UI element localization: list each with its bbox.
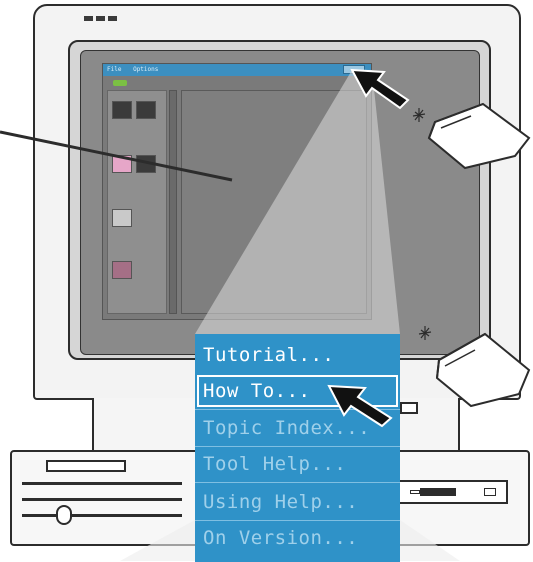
arrow-pointer-icon <box>327 384 393 428</box>
menu-item-on-version[interactable]: On Version... <box>195 520 400 556</box>
mouse-click-icon <box>412 102 531 170</box>
menu-item-using-help[interactable]: Using Help... <box>195 484 400 520</box>
menu-divider <box>195 482 400 483</box>
mouse-click-icon <box>418 326 531 408</box>
menu-item-tool-help[interactable]: Tool Help... <box>195 446 400 482</box>
menu-item-tutorial[interactable]: Tutorial... <box>195 337 400 373</box>
arrow-pointer-icon <box>350 68 410 110</box>
help-menu: Tutorial... How To... Topic Index... Too… <box>195 334 400 562</box>
